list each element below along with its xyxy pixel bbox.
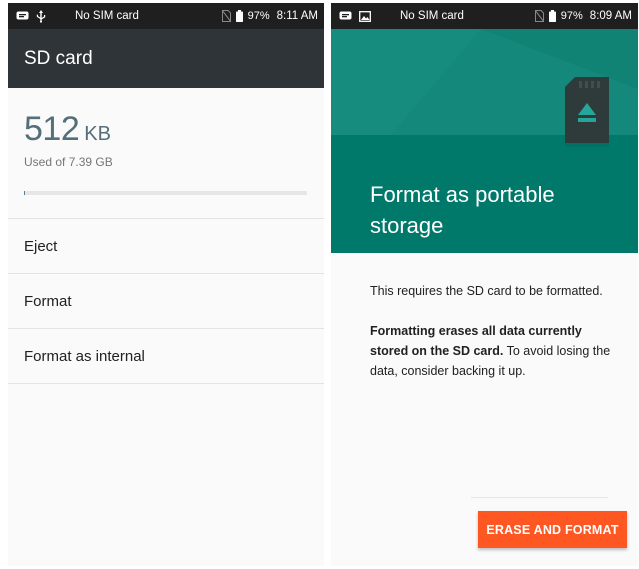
sd-card-settings-screen: No SIM card 97% 8:11 AM SD card 512 KB U… xyxy=(8,3,324,566)
clock: 8:09 AM xyxy=(589,10,632,22)
hero-title: Format as portable storage xyxy=(370,182,555,238)
menu-item-label: Format as internal xyxy=(24,347,145,365)
status-bar: No SIM card 97% 8:11 AM xyxy=(8,3,324,29)
battery-percent: 97% xyxy=(247,10,270,22)
usb-icon xyxy=(36,9,46,23)
battery-icon xyxy=(548,10,556,22)
storage-summary: 512 KB Used of 7.39 GB xyxy=(8,88,324,219)
clock: 8:11 AM xyxy=(276,10,318,22)
carrier-text: No SIM card xyxy=(75,10,139,22)
battery-percent: 97% xyxy=(560,10,583,22)
message-notification-icon xyxy=(339,11,352,21)
menu-item-label: Eject xyxy=(24,237,58,255)
message-notification-icon xyxy=(16,11,29,21)
storage-used-value: 512 xyxy=(24,110,80,148)
image-notification-icon xyxy=(359,10,371,22)
footer-divider xyxy=(471,497,608,498)
carrier-text: No SIM card xyxy=(400,10,464,22)
erase-and-format-button[interactable]: ERASE AND FORMAT xyxy=(478,511,627,548)
storage-caption: Used of 7.39 GB xyxy=(24,155,113,169)
menu-item-format-as-internal[interactable]: Format as internal xyxy=(8,329,324,384)
storage-progress-bar xyxy=(24,191,307,195)
erase-warning-text: Formatting erases all data currently sto… xyxy=(370,321,618,381)
status-bar: No SIM card 97% 8:09 AM xyxy=(331,3,638,29)
dialog-body: This requires the SD card to be formatte… xyxy=(331,253,638,381)
menu-item-label: Format xyxy=(24,292,72,310)
menu-item-eject[interactable]: Eject xyxy=(8,219,324,274)
battery-icon xyxy=(235,10,243,22)
hero-header: Format as portable storage xyxy=(331,29,638,253)
page-title: SD card xyxy=(24,47,93,69)
no-sim-icon xyxy=(534,10,544,22)
no-sim-icon xyxy=(221,10,231,22)
format-portable-storage-screen: No SIM card 97% 8:09 AM Format as portab… xyxy=(331,3,638,566)
menu-item-format[interactable]: Format xyxy=(8,274,324,329)
app-bar: SD card xyxy=(8,29,324,88)
sd-card-icon xyxy=(563,77,611,154)
format-requirement-text: This requires the SD card to be formatte… xyxy=(370,284,603,298)
storage-used: 512 KB xyxy=(24,110,308,149)
storage-used-unit: KB xyxy=(84,123,111,145)
storage-progress-fill xyxy=(24,191,26,195)
